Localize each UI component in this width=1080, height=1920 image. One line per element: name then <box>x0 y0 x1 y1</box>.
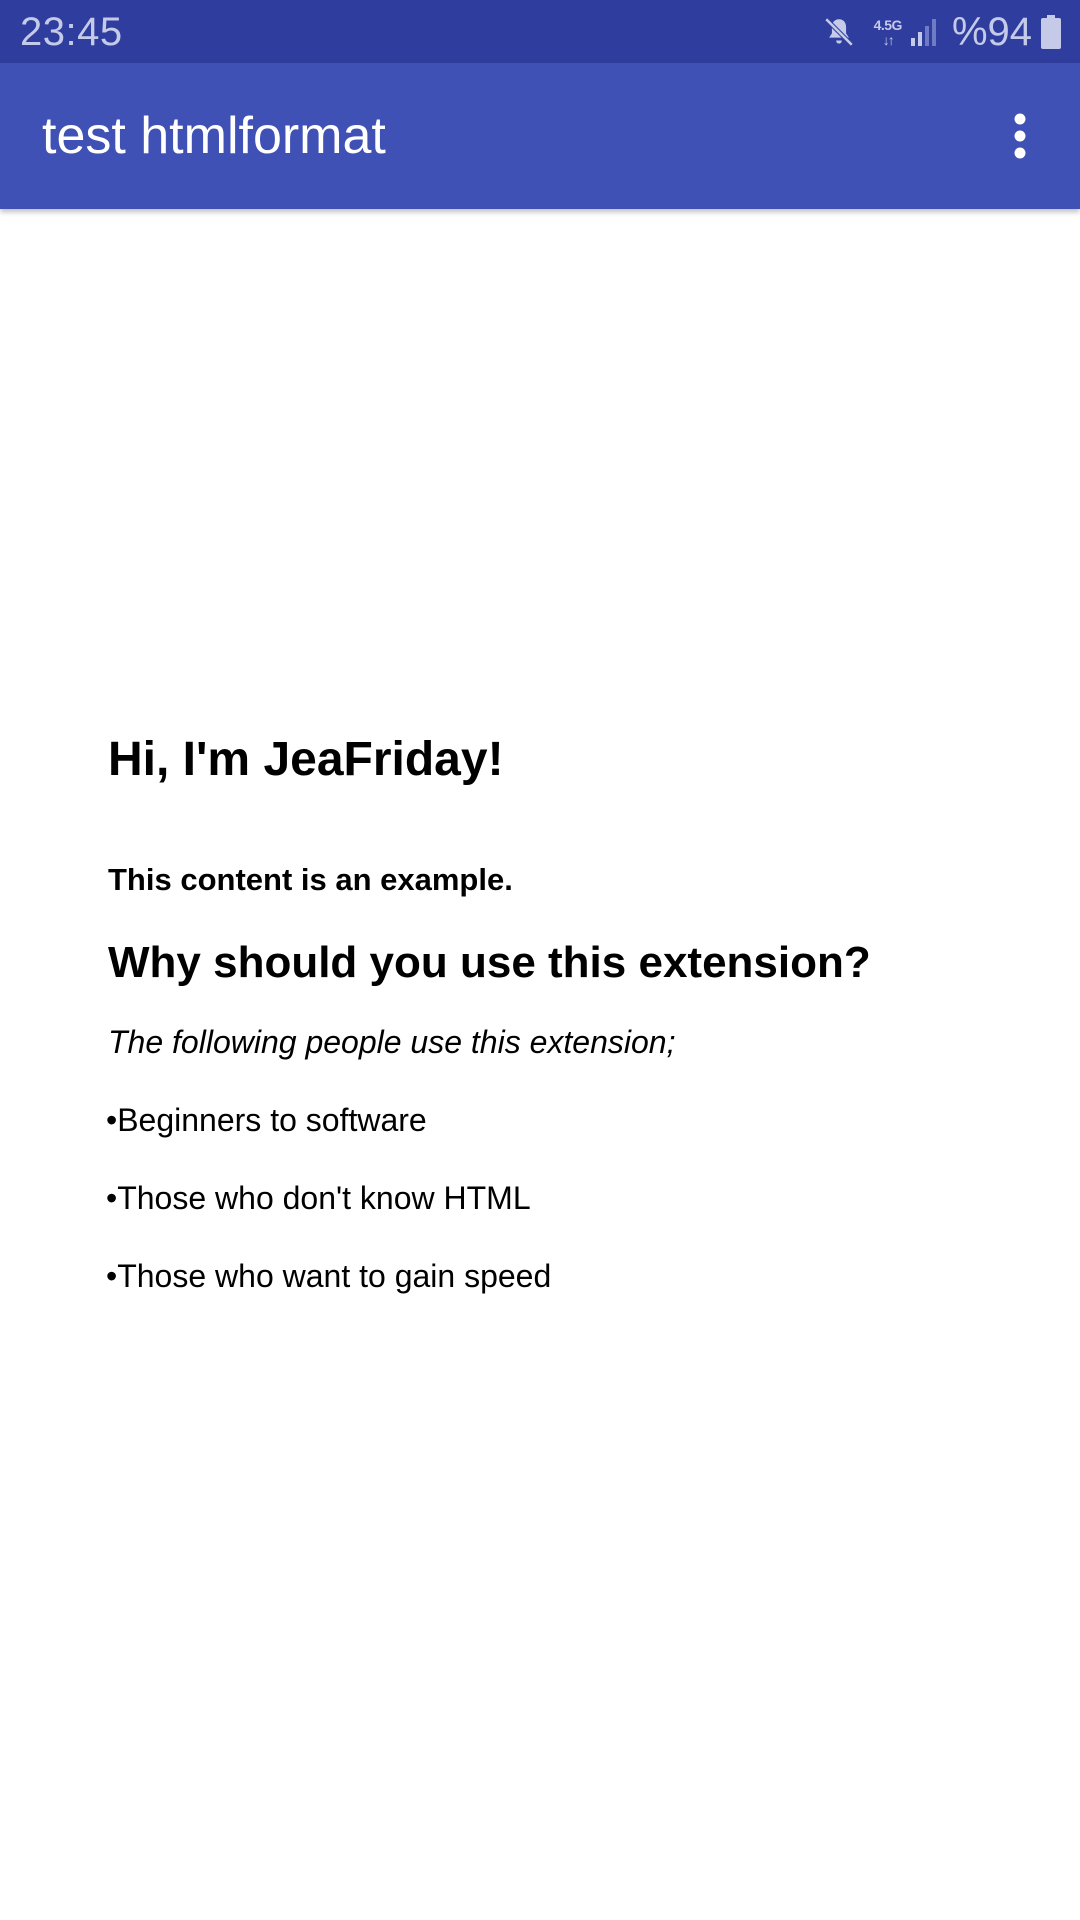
app-bar: test htmlformat <box>0 63 1080 209</box>
content-lead: The following people use this extension; <box>108 1024 676 1060</box>
list-item: •Those who don't know HTML <box>106 1180 531 1216</box>
app-title: test htmlformat <box>42 107 386 165</box>
html-content: Hi, I'm JeaFriday! This content is an ex… <box>106 730 1008 1333</box>
battery-icon <box>1040 15 1062 49</box>
network-arrows-icon: ↓↑ <box>882 31 895 48</box>
signal-icon <box>908 17 938 47</box>
content-subheading: Why should you use this extension? <box>108 938 871 987</box>
content-heading: Hi, I'm JeaFriday! <box>108 733 504 786</box>
bullet-list: •Beginners to software •Those who don't … <box>106 1099 1008 1297</box>
list-item: •Those who want to gain speed <box>106 1258 552 1294</box>
network-icon: 4.5G ↓↑ <box>873 16 903 48</box>
status-bar: 23:45 4.5G ↓↑ %94 <box>0 0 1080 63</box>
status-icons: 4.5G ↓↑ %94 <box>822 10 1062 54</box>
mute-icon <box>822 15 856 49</box>
overflow-menu-button[interactable] <box>980 96 1060 176</box>
content-intro: This content is an example. <box>108 862 513 897</box>
more-vert-icon <box>1014 113 1026 159</box>
status-time: 23:45 <box>20 10 123 54</box>
list-item: •Beginners to software <box>106 1102 427 1138</box>
network-type-label: 4.5G <box>873 16 903 33</box>
battery-percent: %94 <box>951 10 1032 54</box>
